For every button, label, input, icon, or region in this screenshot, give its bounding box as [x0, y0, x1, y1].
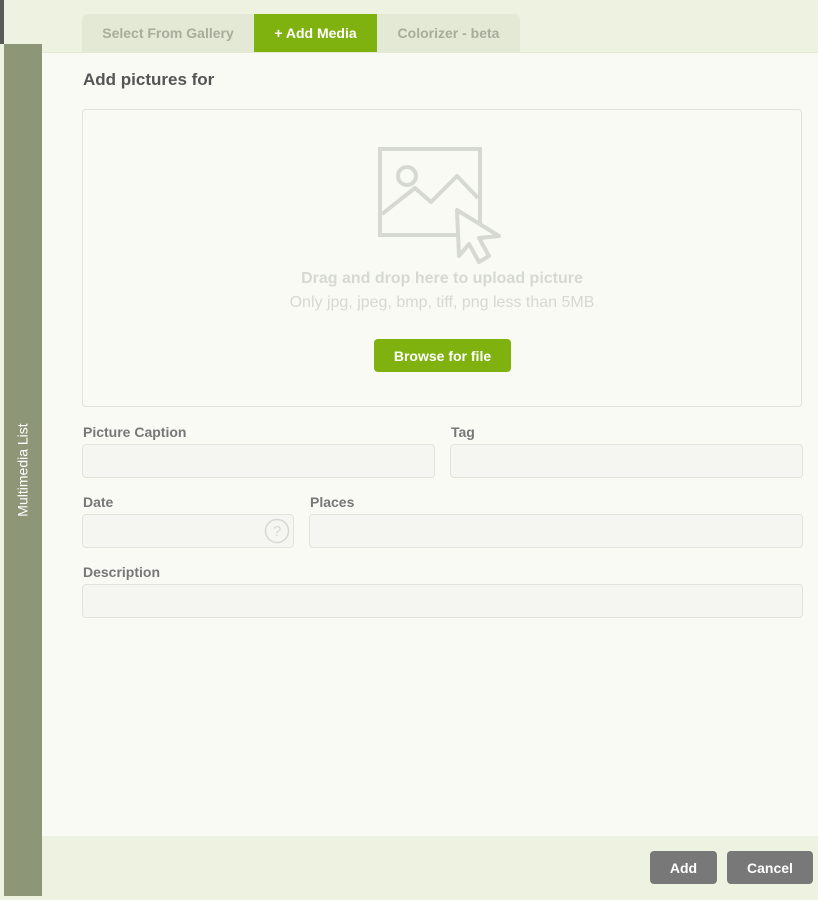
tag-input[interactable]	[450, 444, 803, 478]
tab-bar: Select From Gallery + Add Media Colorize…	[42, 0, 818, 53]
places-label: Places	[310, 494, 355, 510]
upload-dropzone[interactable]: Drag and drop here to upload picture Onl…	[82, 109, 802, 407]
picture-caption-input[interactable]	[82, 444, 435, 478]
page-title: Add pictures for	[83, 70, 215, 89]
add-button[interactable]: Add	[650, 851, 717, 884]
tag-label: Tag	[451, 424, 475, 440]
help-icon[interactable]: ?	[264, 518, 290, 544]
multimedia-list-toggle[interactable]: Multimedia List	[4, 44, 42, 896]
tab-colorizer-beta[interactable]: Colorizer - beta	[377, 14, 520, 52]
svg-text:?: ?	[273, 523, 281, 540]
dropzone-main-text: Drag and drop here to upload picture	[301, 270, 583, 287]
date-input[interactable]	[82, 514, 294, 548]
date-label: Date	[83, 494, 114, 510]
image-upload-icon	[378, 147, 501, 264]
media-dialog: Multimedia List Select From Gallery + Ad…	[0, 0, 818, 900]
top-corner	[0, 0, 4, 44]
description-label: Description	[83, 564, 161, 580]
multimedia-list-label: Multimedia List	[15, 423, 31, 517]
places-input[interactable]	[309, 514, 803, 548]
tab-select-from-gallery[interactable]: Select From Gallery	[82, 14, 254, 52]
description-input[interactable]	[82, 584, 803, 618]
cancel-button[interactable]: Cancel	[727, 851, 813, 884]
tab-add-media[interactable]: + Add Media	[254, 14, 377, 52]
picture-caption-label: Picture Caption	[83, 424, 187, 440]
dropzone-file-types: Only jpg, jpeg, bmp, tiff, png less than…	[289, 294, 595, 311]
browse-for-file-button[interactable]: Browse for file	[374, 339, 511, 372]
